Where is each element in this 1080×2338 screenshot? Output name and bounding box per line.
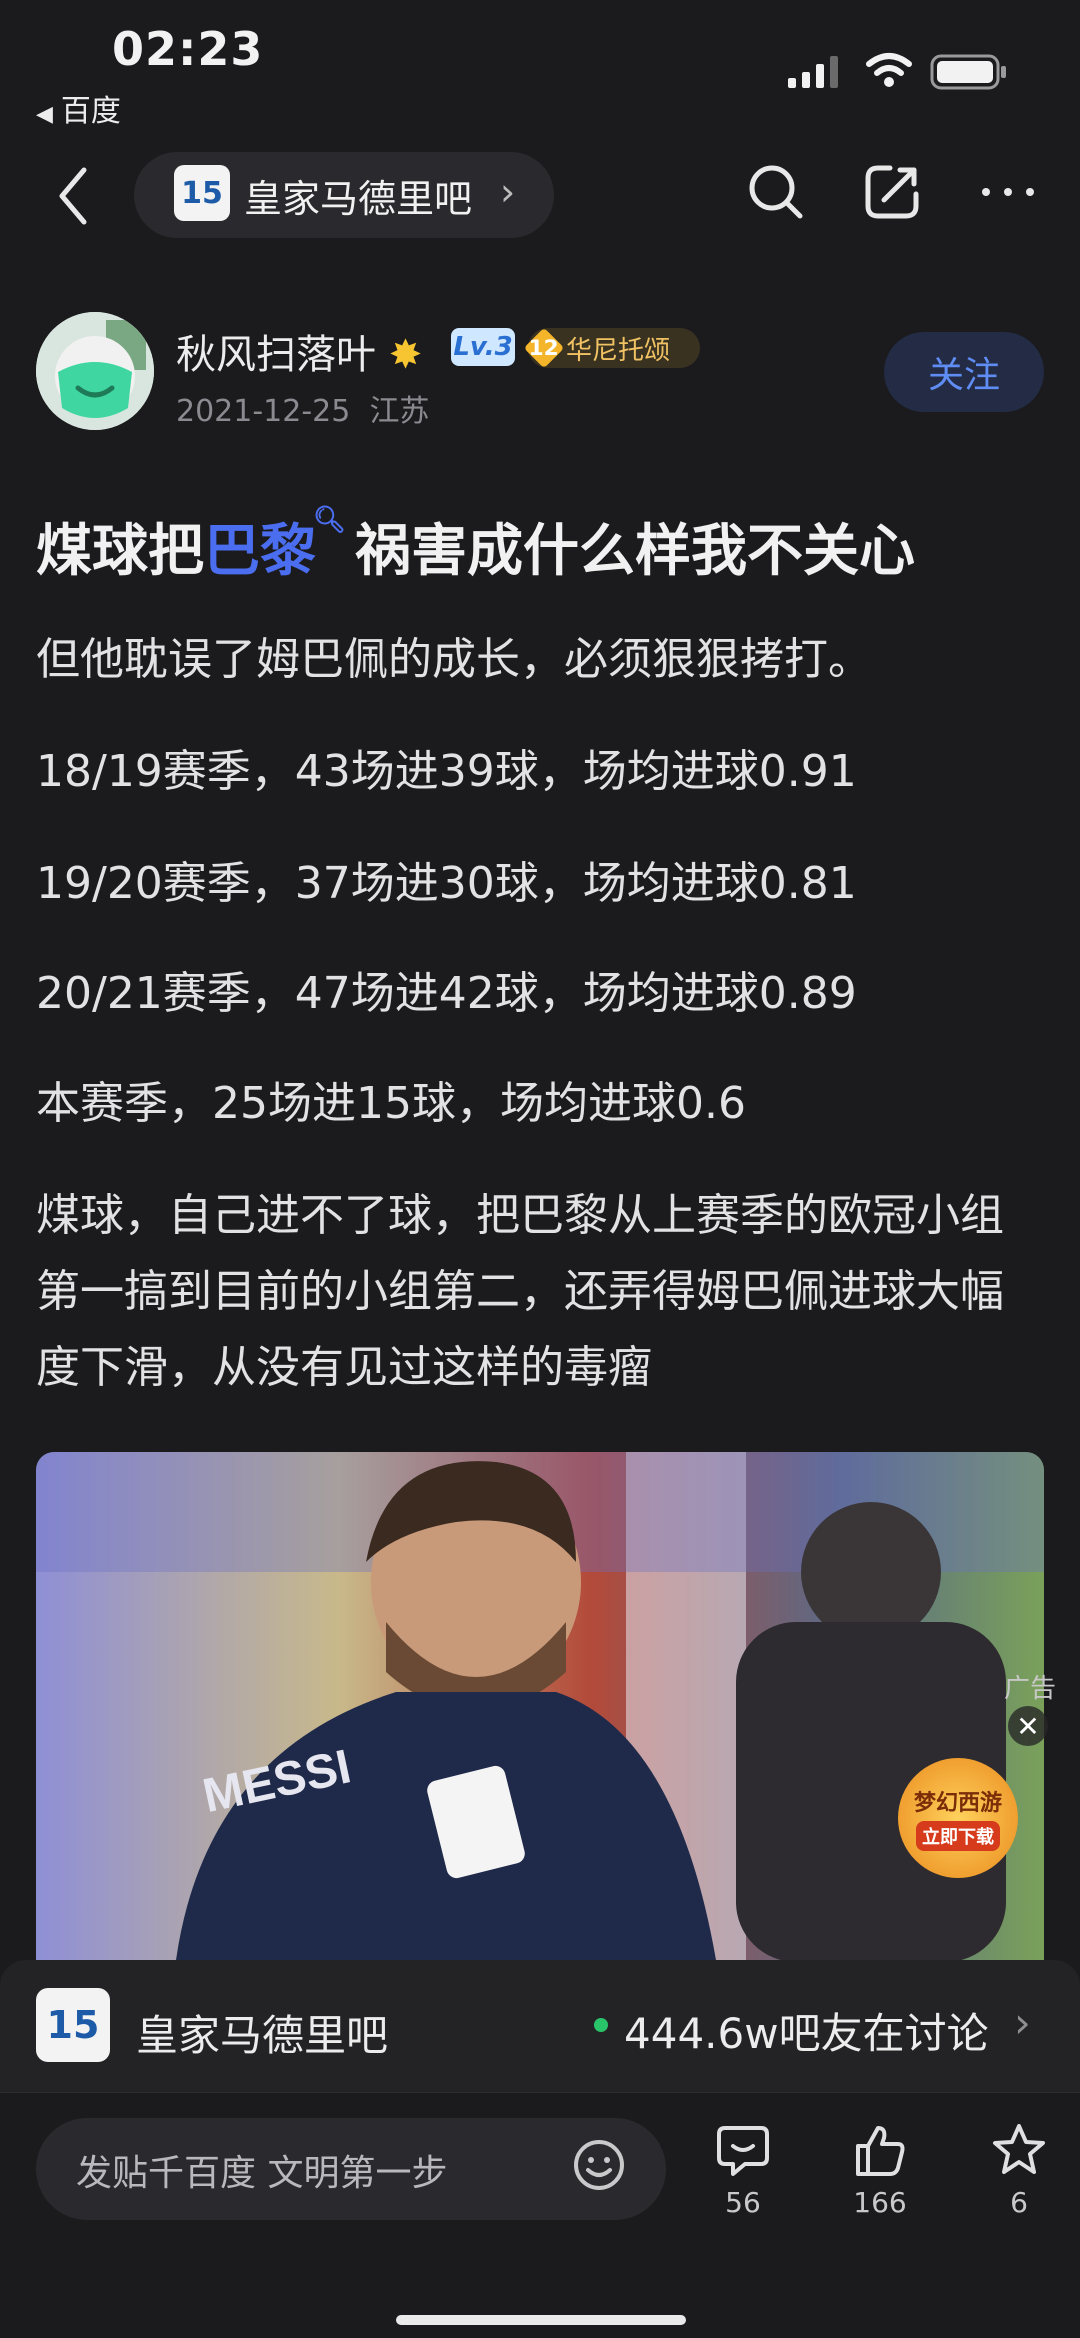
emoji-icon[interactable] [572,2138,626,2192]
title-link[interactable]: 巴黎 🔍︎ [204,505,346,584]
signal-icon [788,56,838,88]
close-icon[interactable]: ✕ [1008,1706,1048,1746]
member-badge: 12 华尼托颂 [523,327,700,369]
title-link-text: 巴黎 [204,519,316,584]
back-to-app-link[interactable]: ◀ 百度 [36,86,121,130]
avatar[interactable] [36,312,154,430]
like-count: 166 [853,2186,907,2219]
forum-bar-name: 皇家马德里吧 [136,2011,389,2060]
author-name[interactable]: 秋风扫落叶 ✸ [176,322,422,380]
star-icon [993,2124,1045,2174]
more-icon[interactable] [976,160,1040,224]
author-name-text: 秋风扫落叶 [176,332,376,378]
post-paragraph-6: 煤球，自己进不了球，把巴黎从上赛季的欧冠小组第一搞到目前的小组第二，还弄得姆巴佩… [36,1190,1004,1393]
favorite-button[interactable]: 6 [974,2122,1064,2219]
post-paragraph-3: 19/20赛季，37场进30球，场均进球0.81 [36,858,857,909]
ad-title: 梦幻西游 [913,1791,1002,1816]
ad-label: 广告 [1004,1674,1057,1704]
badge-level-icon: 12 [523,327,565,369]
wifi-icon [866,53,912,87]
sparkle-icon: ✸ [388,332,423,378]
comment-icon [717,2126,769,2176]
like-button[interactable]: 166 [835,2122,925,2219]
post-paragraph-4: 20/21赛季，47场进42球，场均进球0.89 [36,968,857,1019]
avatar-image [36,312,154,430]
online-dot-icon [594,2018,608,2032]
chevron-right-icon: › [1014,1998,1031,2047]
badge-level: 12 [528,335,560,361]
ad-game-icon[interactable]: 梦幻西游 立即下载 [898,1758,1018,1878]
compose-placeholder: 发贴千百度 文明第一步 [76,2153,448,2194]
post-location: 江苏 [369,394,430,429]
comment-button[interactable]: 56 [698,2122,788,2219]
chevron-right-icon: › [500,170,516,214]
search-small-icon: 🔍︎ [312,505,346,535]
home-indicator[interactable] [396,2315,686,2325]
forum-title: 皇家马德里吧 [244,177,473,221]
forum-bar-logo: 15 [36,1988,110,2062]
discussing-count: 444.6w吧友在讨论 [624,2009,989,2058]
post-title: 煤球把巴黎 🔍︎ 祸害成什么样我不关心 [36,505,915,587]
post-image[interactable]: MESSI [36,1452,1044,1960]
back-app-label: 百度 [60,94,121,129]
player-photo: MESSI [36,1452,1044,1960]
battery-icon [930,54,1006,90]
search-icon[interactable] [744,160,808,224]
post-paragraph-5: 本赛季，25场进15球，场均进球0.6 [36,1078,746,1129]
favorite-count: 6 [1010,2186,1028,2219]
title-part-1: 煤球把 [36,519,204,584]
ad-cta: 立即下载 [916,1821,1000,1851]
thumbs-up-icon [856,2126,905,2176]
badge-name: 华尼托颂 [566,335,671,366]
follow-button[interactable]: 关注 [884,332,1044,412]
title-part-2: 祸害成什么样我不关心 [355,519,915,584]
forum-logo: 15 [174,165,230,221]
back-chevron-icon[interactable] [54,164,94,228]
comment-count: 56 [725,2186,761,2219]
post-paragraph-1: 但他耽误了姆巴佩的成长，必须狠狠拷打。 [36,634,872,685]
level-badge: Lv.3 [451,328,515,366]
post-date: 2021-12-25 [176,394,351,429]
post-paragraph-2: 18/19赛季，43场进39球，场均进球0.91 [36,746,857,797]
status-time: 02:23 [112,22,264,76]
share-icon[interactable] [860,160,924,224]
post-meta: 2021-12-25 江苏 [176,386,429,430]
back-triangle-icon: ◀ [36,102,53,127]
